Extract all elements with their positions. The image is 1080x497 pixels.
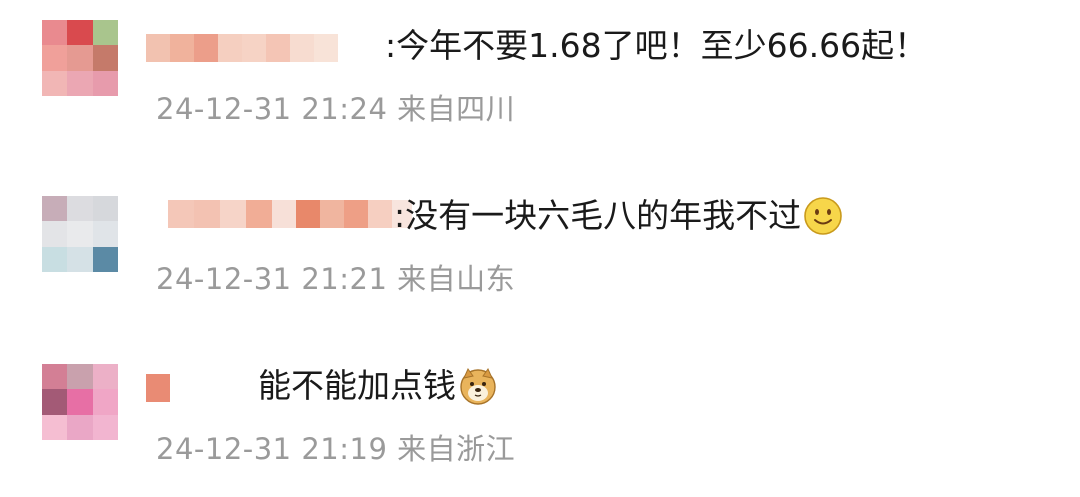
username-pixel: [218, 34, 242, 62]
avatar-pixel: [42, 221, 68, 247]
avatar-pixel: [92, 70, 118, 96]
comment-text: 能不能加点钱: [258, 366, 498, 406]
username-pixel: [320, 200, 344, 228]
avatar-pixel: [92, 20, 118, 46]
avatar-pixel: [67, 221, 93, 247]
meta-separator: [387, 432, 397, 466]
username-pixel: [242, 34, 266, 62]
location: 来自四川: [397, 92, 516, 126]
avatar[interactable]: [42, 196, 118, 272]
username-pixel: [220, 200, 246, 228]
comment-text: :今年不要1.68了吧！至少66.66起！: [385, 26, 927, 66]
username-pixel: [194, 200, 220, 228]
username-redacted[interactable]: [168, 200, 412, 228]
timestamp: 24-12-31 21:19: [156, 432, 388, 466]
location: 来自山东: [397, 262, 516, 296]
location: 来自浙江: [397, 432, 516, 466]
username-pixel: [272, 200, 296, 228]
avatar-pixel: [92, 246, 118, 272]
timestamp: 24-12-31 21:24: [156, 92, 388, 126]
avatar-pixel: [92, 414, 118, 440]
avatar-pixel: [42, 70, 68, 96]
username-pixel: [368, 200, 392, 228]
comment-meta: 24-12-31 21:21 来自山东: [156, 262, 515, 296]
username-pixel: [296, 200, 320, 228]
doge-emoji-icon: [458, 366, 498, 406]
avatar-pixel: [67, 45, 93, 71]
comment-meta: 24-12-31 21:24 来自四川: [156, 92, 515, 126]
meta-separator: [387, 92, 397, 126]
smile-emoji-icon: [803, 196, 843, 236]
avatar-pixel: [67, 389, 93, 415]
avatar-pixel: [92, 221, 118, 247]
username-pixel: [266, 34, 290, 62]
avatar-pixel: [92, 389, 118, 415]
username-pixel: [146, 374, 170, 402]
avatar-pixel: [42, 246, 68, 272]
avatar-pixel: [67, 70, 93, 96]
username-redacted[interactable]: [146, 374, 170, 402]
avatar-pixel: [42, 45, 68, 71]
avatar-pixel: [42, 414, 68, 440]
avatar-pixel: [92, 364, 118, 390]
avatar-pixel: [67, 414, 93, 440]
avatar-pixel: [42, 196, 68, 222]
avatar-pixel: [42, 20, 68, 46]
avatar-pixel: [67, 20, 93, 46]
avatar-pixel: [67, 196, 93, 222]
username-pixel: [344, 200, 368, 228]
avatar-pixel: [42, 364, 68, 390]
username-pixel: [194, 34, 218, 62]
username-pixel: [314, 34, 338, 62]
username-pixel: [170, 34, 194, 62]
comment-body: :今年不要1.68了吧！至少66.66起！: [385, 26, 928, 65]
username-pixel: [146, 34, 170, 62]
avatar[interactable]: [42, 20, 118, 96]
avatar-pixel: [92, 45, 118, 71]
username-pixel: [246, 200, 272, 228]
username-pixel: [290, 34, 314, 62]
comment-meta: 24-12-31 21:19 来自浙江: [156, 432, 515, 466]
timestamp: 24-12-31 21:21: [156, 262, 388, 296]
username-redacted[interactable]: [146, 34, 338, 62]
username-pixel: [168, 200, 194, 228]
avatar-pixel: [67, 246, 93, 272]
comment-body: :没有一块六毛八的年我不过: [394, 196, 802, 235]
avatar-pixel: [92, 196, 118, 222]
comment-body: 能不能加点钱: [258, 366, 456, 405]
meta-separator: [387, 262, 397, 296]
avatar[interactable]: [42, 364, 118, 440]
avatar-pixel: [42, 389, 68, 415]
avatar-pixel: [67, 364, 93, 390]
comment-text: :没有一块六毛八的年我不过: [394, 196, 843, 236]
